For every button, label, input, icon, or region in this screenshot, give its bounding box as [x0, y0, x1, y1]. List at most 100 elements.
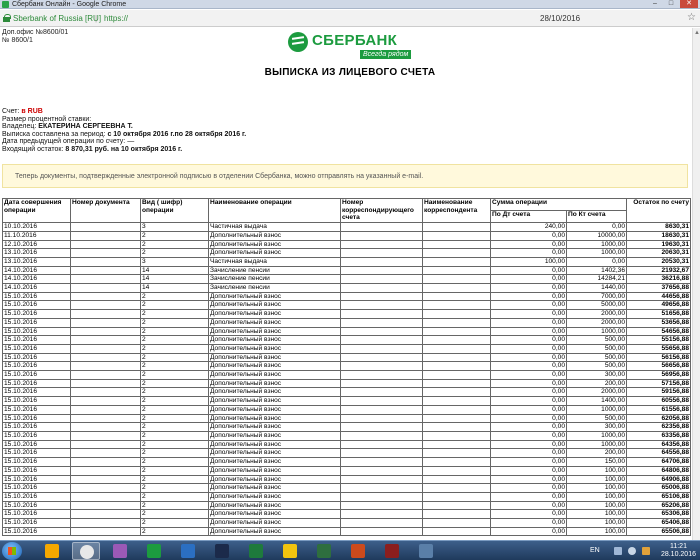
taskbar-app-button[interactable]: [378, 542, 406, 560]
lock-icon[interactable]: [3, 14, 11, 22]
cell-date: 14.10.2016: [2, 274, 71, 285]
cell-docnum: [70, 352, 141, 363]
cell-name: Дополнительный взнос: [208, 404, 341, 415]
cell-corr-account: [340, 396, 423, 406]
clock-time: 11:21: [669, 543, 687, 550]
cell-corr-account: [340, 483, 423, 493]
cell-date: 15.10.2016: [2, 474, 71, 485]
cell-balance: 8630,31: [626, 222, 692, 232]
taskbar-app-button[interactable]: [140, 542, 168, 560]
taskbar-app-button[interactable]: [344, 542, 372, 560]
site-identity[interactable]: Sberbank of Russia [RU]: [13, 13, 101, 24]
language-indicator[interactable]: EN: [590, 547, 600, 555]
volume-icon[interactable]: [628, 547, 636, 555]
taskbar-app-button[interactable]: [412, 542, 440, 560]
cell-code: 2: [140, 300, 209, 311]
cell-corr-name: [422, 309, 491, 319]
office-line-1: Доп.офис №8600/01: [2, 29, 69, 36]
cell-debit: 0,00: [490, 265, 567, 276]
cell-debit: 0,00: [490, 352, 567, 363]
cell-debit: 0,00: [490, 317, 567, 328]
table-row: 11.10.2016 2 Дополнительный взнос 0,00 10000…: [2, 230, 692, 241]
office-info: Доп.офис №8600/01 № 8600/1: [2, 29, 68, 45]
cell-credit: 1440,00: [565, 283, 628, 293]
cell-credit: 0,00: [565, 256, 628, 267]
owner-value: ЕКАТЕРИНА СЕРГЕЕВНА Т.: [38, 123, 133, 131]
cell-corr-account: [340, 491, 423, 502]
cell-credit: 100,00: [565, 491, 628, 502]
cell-corr-name: [422, 474, 491, 485]
page-scrollbar[interactable]: ▲: [692, 28, 700, 540]
cell-date: 15.10.2016: [2, 439, 71, 450]
bookmark-star-icon[interactable]: ☆: [687, 12, 696, 24]
cell-corr-account: [340, 239, 423, 250]
cell-debit: 0,00: [490, 518, 567, 528]
cell-debit: 0,00: [490, 526, 567, 537]
cell-balance: 65106,88: [626, 491, 692, 502]
cell-corr-account: [340, 439, 423, 450]
table-row: 15.10.2016 2 Дополнительный взнос 0,00 100,0…: [2, 474, 692, 485]
cell-docnum: [70, 222, 141, 232]
taskbar-app-button[interactable]: [310, 542, 338, 560]
cell-date: 15.10.2016: [2, 387, 71, 398]
page-title: ВЫПИСКА ИЗ ЛИЦЕВОГО СЧЕТА: [264, 67, 436, 78]
cell-date: 15.10.2016: [2, 352, 71, 363]
cell-name: Дополнительный взнос: [208, 413, 341, 424]
minimize-button[interactable]: –: [648, 0, 662, 8]
taskbar-app-icon: [249, 544, 263, 558]
prev-op-line: Дата предыдущей операции по счету: —: [2, 138, 246, 146]
cell-corr-name: [422, 457, 491, 467]
cell-debit: 0,00: [490, 457, 567, 467]
close-button[interactable]: ✕: [680, 0, 698, 8]
cell-date: 15.10.2016: [2, 491, 71, 502]
cell-name: Дополнительный взнос: [208, 361, 341, 372]
cell-code: 2: [140, 404, 209, 415]
address-bar[interactable]: Sberbank of Russia [RU] | https:// 28/10…: [0, 10, 700, 27]
taskbar-app-button[interactable]: [72, 542, 100, 560]
cell-name: Дополнительный взнос: [208, 378, 341, 389]
cell-balance: 64806,88: [626, 465, 692, 476]
taskbar-app-button[interactable]: [208, 542, 236, 560]
col-sum: Сумма операции: [489, 197, 628, 212]
cell-code: 2: [140, 317, 209, 328]
table-row: 15.10.2016 2 Дополнительный взнос 0,00 500,0…: [2, 335, 692, 345]
cell-balance: 56956,88: [626, 370, 692, 380]
flag-icon[interactable]: [642, 547, 650, 555]
cell-balance: 21932,67: [626, 265, 692, 276]
taskbar-app-button[interactable]: [276, 542, 304, 560]
start-button[interactable]: [2, 542, 22, 560]
cell-debit: 0,00: [490, 483, 567, 493]
cell-code: 2: [140, 439, 209, 450]
cell-code: 2: [140, 509, 209, 519]
scroll-up-icon[interactable]: ▲: [694, 30, 700, 36]
taskbar-app-button[interactable]: [242, 542, 270, 560]
taskbar-app-button[interactable]: [174, 542, 202, 560]
cell-date: 15.10.2016: [2, 326, 71, 337]
cell-corr-account: [340, 291, 423, 302]
cell-corr-name: [422, 465, 491, 476]
taskbar-app-icon: [113, 544, 127, 558]
maximize-button[interactable]: □: [664, 0, 678, 8]
cell-debit: 0,00: [490, 291, 567, 302]
table-row: 15.10.2016 2 Дополнительный взнос 0,00 100,0…: [2, 500, 692, 511]
taskbar-app-button[interactable]: [106, 542, 134, 560]
col-debit: По Дт счета: [490, 210, 567, 224]
account-line: Счет: в RUB: [2, 108, 246, 116]
cell-balance: 51656,88: [626, 309, 692, 319]
col-code: Вид ( шифр) операции: [140, 197, 209, 224]
cell-debit: 0,00: [490, 500, 567, 511]
cell-name: Частичная выдача: [208, 222, 341, 232]
network-icon[interactable]: [614, 547, 622, 555]
taskbar-app-button[interactable]: [38, 542, 66, 560]
cell-balance: 64706,88: [626, 457, 692, 467]
cell-credit: 2000,00: [565, 317, 628, 328]
cell-docnum: [70, 465, 141, 476]
system-clock[interactable]: 11:21 28.10.2016: [661, 543, 696, 559]
url-protocol[interactable]: https://: [104, 13, 128, 24]
sberbank-logo-icon: [288, 32, 308, 52]
cell-docnum: [70, 483, 141, 493]
cell-date: 15.10.2016: [2, 309, 71, 319]
cell-debit: 0,00: [490, 343, 567, 354]
cell-debit: 0,00: [490, 396, 567, 406]
cell-docnum: [70, 343, 141, 354]
